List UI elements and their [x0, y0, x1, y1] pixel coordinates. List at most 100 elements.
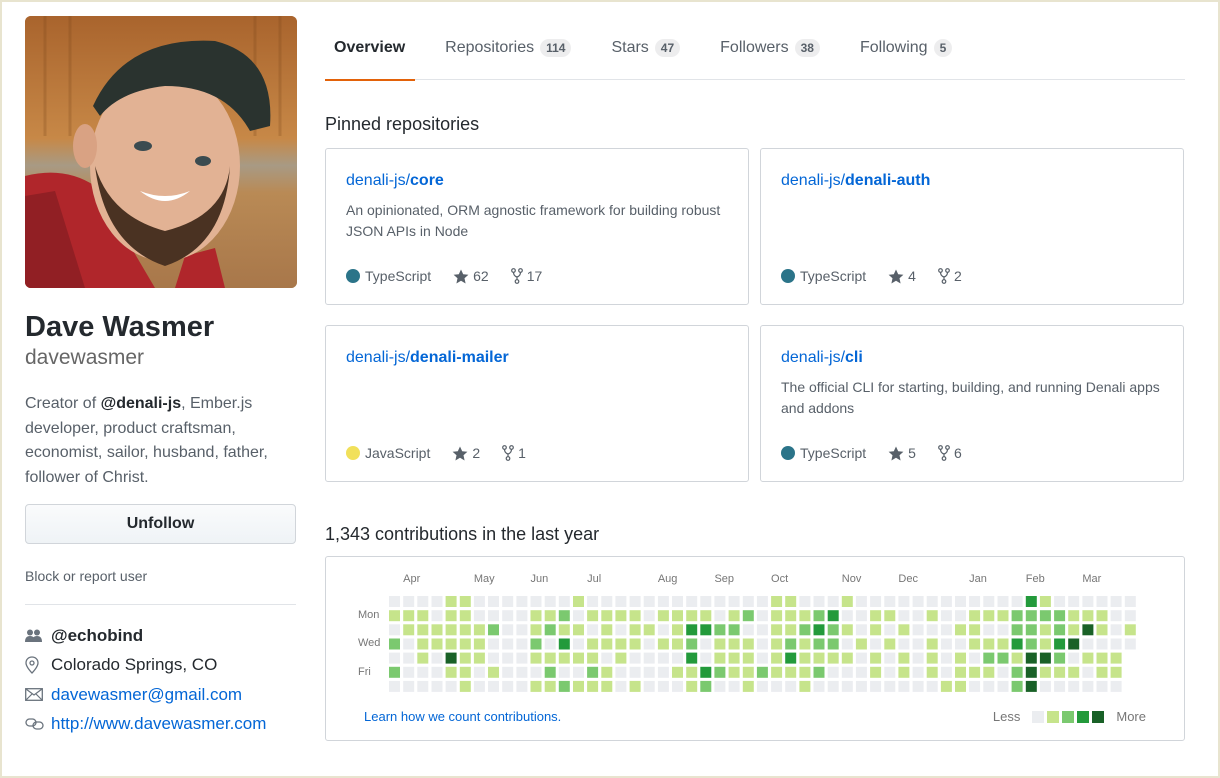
contribution-day[interactable]	[643, 610, 655, 622]
contribution-day[interactable]	[1068, 638, 1080, 650]
contribution-day[interactable]	[445, 610, 457, 622]
contribution-day[interactable]	[587, 596, 599, 607]
contribution-day[interactable]	[983, 610, 995, 622]
contribution-day[interactable]	[473, 624, 485, 636]
contribution-day[interactable]	[629, 680, 641, 692]
avatar[interactable]	[25, 16, 297, 288]
contribution-day[interactable]	[940, 666, 952, 678]
contribution-day[interactable]	[431, 666, 443, 678]
contribution-day[interactable]	[1025, 680, 1037, 692]
contribution-day[interactable]	[417, 596, 429, 607]
contribution-day[interactable]	[459, 638, 471, 650]
contribution-day[interactable]	[1011, 680, 1023, 692]
contribution-day[interactable]	[799, 652, 811, 664]
contribution-day[interactable]	[473, 666, 485, 678]
contribution-day[interactable]	[488, 666, 499, 678]
repo-link[interactable]: denali-js/core	[346, 172, 444, 190]
contribution-day[interactable]	[516, 652, 528, 664]
contribution-day[interactable]	[672, 624, 683, 636]
contribution-day[interactable]	[1011, 596, 1023, 607]
contribution-day[interactable]	[884, 638, 896, 650]
contribution-day[interactable]	[657, 638, 669, 650]
contribution-day[interactable]	[898, 624, 910, 636]
contribution-day[interactable]	[1025, 652, 1037, 664]
contribution-day[interactable]	[389, 624, 400, 636]
contribution-day[interactable]	[459, 652, 471, 664]
contribution-day[interactable]	[1124, 596, 1136, 607]
contribution-day[interactable]	[459, 680, 471, 692]
contribution-day[interactable]	[488, 624, 499, 636]
repo-link[interactable]: denali-js/denali-mailer	[346, 349, 509, 367]
contribution-day[interactable]	[488, 596, 499, 607]
contribution-day[interactable]	[827, 596, 839, 607]
contribution-day[interactable]	[813, 610, 825, 622]
contribution-day[interactable]	[516, 680, 528, 692]
contribution-day[interactable]	[558, 624, 570, 636]
contribution-day[interactable]	[1082, 596, 1094, 607]
contribution-day[interactable]	[502, 666, 514, 678]
contribution-day[interactable]	[912, 610, 924, 622]
contribution-day[interactable]	[558, 666, 570, 678]
repo-stars[interactable]: 62	[453, 268, 489, 284]
contribution-day[interactable]	[473, 638, 485, 650]
contribution-day[interactable]	[558, 652, 570, 664]
contribution-day[interactable]	[473, 610, 485, 622]
contribution-day[interactable]	[558, 638, 570, 650]
contribution-day[interactable]	[601, 652, 613, 664]
contribution-day[interactable]	[855, 638, 867, 650]
contribution-day[interactable]	[1096, 638, 1108, 650]
contribution-day[interactable]	[587, 680, 599, 692]
contribution-day[interactable]	[714, 596, 726, 607]
contribution-day[interactable]	[813, 638, 825, 650]
contribution-day[interactable]	[1096, 624, 1108, 636]
contribution-day[interactable]	[1054, 652, 1066, 664]
contribution-day[interactable]	[969, 624, 981, 636]
contribution-day[interactable]	[997, 610, 1009, 622]
contribution-day[interactable]	[870, 638, 882, 650]
contribution-day[interactable]	[997, 596, 1009, 607]
contribution-day[interactable]	[1096, 652, 1108, 664]
contribution-day[interactable]	[1082, 680, 1094, 692]
contribution-day[interactable]	[445, 666, 457, 678]
contribution-day[interactable]	[558, 680, 570, 692]
contribution-day[interactable]	[417, 680, 429, 692]
contribution-day[interactable]	[657, 666, 669, 678]
contribution-day[interactable]	[940, 624, 952, 636]
contribution-day[interactable]	[799, 638, 811, 650]
contribution-day[interactable]	[997, 638, 1009, 650]
tab-stars[interactable]: Stars 47	[601, 16, 690, 80]
contribution-day[interactable]	[544, 652, 556, 664]
contribution-day[interactable]	[417, 610, 429, 622]
contribution-day[interactable]	[785, 596, 797, 607]
contribution-day[interactable]	[827, 652, 839, 664]
contribution-day[interactable]	[459, 610, 471, 622]
contribution-day[interactable]	[813, 596, 825, 607]
contribution-day[interactable]	[1110, 666, 1122, 678]
contribution-day[interactable]	[940, 596, 952, 607]
block-report-link[interactable]: Block or report user	[25, 568, 297, 584]
contribution-day[interactable]	[912, 666, 924, 678]
contribution-day[interactable]	[870, 610, 882, 622]
contribution-day[interactable]	[488, 610, 499, 622]
contribution-day[interactable]	[389, 596, 400, 607]
contribution-day[interactable]	[700, 652, 712, 664]
contribution-day[interactable]	[1068, 596, 1080, 607]
contribution-day[interactable]	[714, 624, 726, 636]
contribution-day[interactable]	[516, 666, 528, 678]
contribution-day[interactable]	[756, 680, 768, 692]
contribution-day[interactable]	[771, 652, 783, 664]
contribution-day[interactable]	[488, 652, 499, 664]
contribution-day[interactable]	[657, 680, 669, 692]
contribution-day[interactable]	[1110, 680, 1122, 692]
contribution-day[interactable]	[403, 680, 415, 692]
contribution-day[interactable]	[502, 652, 514, 664]
contribution-day[interactable]	[629, 624, 641, 636]
contribution-day[interactable]	[700, 666, 712, 678]
learn-contributions-link[interactable]: Learn how we count contributions.	[364, 709, 561, 724]
contribution-day[interactable]	[912, 596, 924, 607]
contribution-day[interactable]	[459, 596, 471, 607]
contribution-day[interactable]	[955, 624, 966, 636]
contribution-day[interactable]	[700, 680, 712, 692]
contribution-day[interactable]	[742, 610, 754, 622]
contribution-day[interactable]	[417, 666, 429, 678]
